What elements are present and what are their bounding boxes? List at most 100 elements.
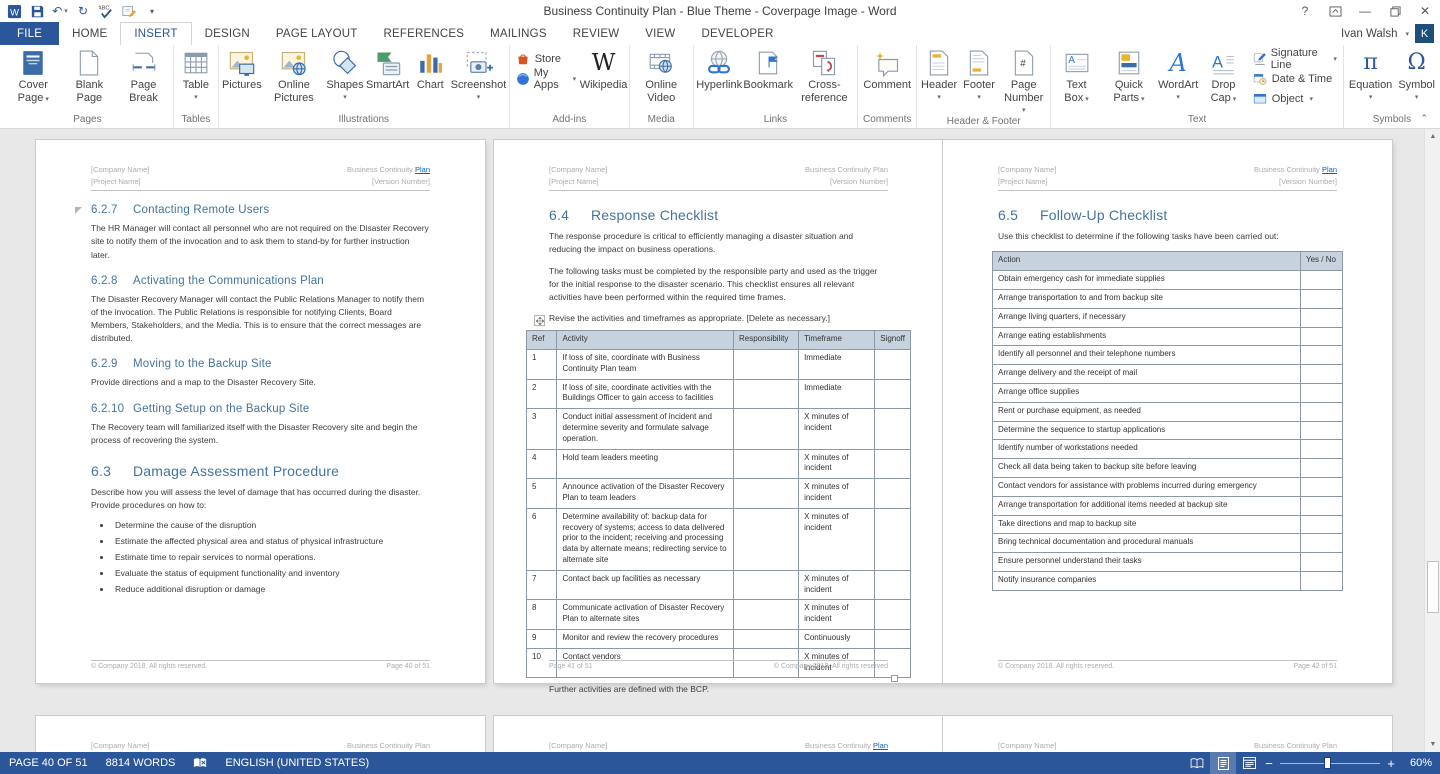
word-count[interactable]: 8814 WORDS: [97, 752, 185, 774]
language-status[interactable]: ENGLISH (UNITED STATES): [216, 752, 378, 774]
tab-page-layout[interactable]: PAGE LAYOUT: [263, 22, 371, 45]
tab-home[interactable]: HOME: [59, 22, 120, 45]
svg-text:#: #: [1020, 58, 1026, 69]
table-move-handle-icon[interactable]: [534, 315, 545, 326]
symbol-button[interactable]: Ω Symbol ▾: [1395, 48, 1438, 112]
tab-references[interactable]: REFERENCES: [371, 22, 478, 45]
online-pictures-button[interactable]: Online Pictures: [263, 48, 325, 112]
restore-icon[interactable]: [1380, 0, 1410, 22]
web-layout-button[interactable]: [1236, 752, 1262, 774]
blank-page-button[interactable]: Blank Page: [63, 48, 117, 112]
help-icon[interactable]: ?: [1290, 0, 1320, 22]
tab-developer[interactable]: DEVELOPER: [688, 22, 786, 45]
ribbon-tab-row: FILE HOME INSERT DESIGN PAGE LAYOUT REFE…: [0, 22, 1440, 45]
screenshot-button[interactable]: Screenshot ▾: [450, 48, 506, 112]
comment-button[interactable]: Comment: [860, 48, 914, 112]
tab-design[interactable]: DESIGN: [192, 22, 263, 45]
tab-view[interactable]: VIEW: [632, 22, 688, 45]
header-button[interactable]: Header ▾: [919, 48, 959, 114]
collapse-ribbon-icon[interactable]: ⌃: [1420, 113, 1428, 124]
table-resize-handle[interactable]: [891, 675, 898, 682]
follow-up-checklist-table: Action Yes / No Obtain emergency cash fo…: [992, 251, 1343, 590]
dropdown-arrow-icon: ▾: [573, 75, 577, 83]
close-icon[interactable]: ✕: [1410, 0, 1440, 22]
ribbon-display-options-icon[interactable]: [1320, 0, 1350, 22]
group-header-footer: Header ▾ Footer ▾ # Page Number ▾ Header…: [917, 45, 1051, 128]
page-footer: © Company 2018. All rights reserved.Page…: [91, 660, 430, 670]
quick-parts-button[interactable]: Quick Parts▾: [1100, 48, 1158, 112]
wikipedia-icon: W: [589, 49, 619, 77]
scroll-up-icon[interactable]: ▲: [1425, 129, 1440, 144]
table-row: 3Conduct initial assessment of incident …: [527, 409, 911, 449]
read-mode-button[interactable]: [1184, 752, 1210, 774]
group-illustrations: Pictures Online Pictures Shapes ▾: [219, 45, 510, 128]
footer-button[interactable]: Footer ▾: [959, 48, 999, 114]
wordart-button[interactable]: A WordArt ▾: [1158, 48, 1198, 112]
heading-6-5: 6.5Follow-Up Checklist: [998, 207, 1337, 223]
page-footer: © Company 2018. All rights reserved.Page…: [998, 660, 1337, 670]
table-button[interactable]: Table ▾: [176, 48, 216, 112]
date-time-button[interactable]: Date & Time: [1253, 70, 1337, 87]
cross-reference-icon: [809, 49, 839, 77]
page-number-button[interactable]: # Page Number ▾: [999, 48, 1048, 114]
scrollbar-thumb[interactable]: [1427, 561, 1439, 613]
group-label: Header & Footer: [919, 114, 1048, 129]
page-header: [Company Name] Business Continuity Plan …: [91, 164, 430, 191]
table-row: Identify all personnel and their telepho…: [993, 346, 1343, 365]
group-links: Hyperlink Bookmark Cross-reference Links: [694, 45, 859, 128]
drop-cap-button[interactable]: A Drop Cap▾: [1198, 48, 1249, 112]
pictures-button[interactable]: Pictures: [221, 48, 263, 112]
print-layout-button[interactable]: [1210, 752, 1236, 774]
document-page-partial[interactable]: [Company Name] Business Continuity Plan: [494, 716, 943, 752]
minimize-icon[interactable]: —: [1350, 0, 1380, 22]
quick-parts-icon: [1114, 49, 1144, 77]
paragraph: Describe how you will assess the level o…: [91, 486, 430, 512]
wordart-icon: A: [1163, 49, 1193, 77]
equation-button[interactable]: π Equation ▾: [1346, 48, 1395, 112]
tab-insert[interactable]: INSERT: [120, 22, 191, 45]
page-break-button[interactable]: Page Break: [116, 48, 171, 112]
group-label: Tables: [176, 112, 216, 127]
group-label: Media: [632, 112, 691, 127]
zoom-slider[interactable]: [1280, 752, 1380, 774]
document-page-41[interactable]: [Company Name] Business Continuity Plan …: [494, 140, 943, 683]
group-tables: Table ▾ Tables: [174, 45, 219, 128]
document-page-42[interactable]: [Company Name] Business Continuity Plan …: [943, 140, 1392, 683]
wikipedia-button[interactable]: W Wikipedia: [580, 48, 627, 112]
tab-file[interactable]: FILE: [0, 22, 59, 45]
bookmark-button[interactable]: Bookmark: [743, 48, 794, 112]
store-button[interactable]: Store: [516, 50, 576, 67]
page-info[interactable]: PAGE 40 OF 51: [0, 752, 97, 774]
object-button[interactable]: Object ▾: [1253, 90, 1337, 107]
signature-line-button[interactable]: Signature Line ▾: [1253, 50, 1337, 67]
tab-review[interactable]: REVIEW: [560, 22, 633, 45]
my-apps-button[interactable]: My Apps ▾: [516, 70, 576, 87]
tab-mailings[interactable]: MAILINGS: [477, 22, 560, 45]
text-box-icon: A: [1062, 49, 1092, 77]
smartart-button[interactable]: SmartArt: [365, 48, 410, 112]
document-page-partial[interactable]: [Company Name] Business Continuity Plan: [943, 716, 1392, 752]
cover-page-button[interactable]: Cover Page▾: [4, 48, 63, 112]
header-icon: [924, 49, 954, 77]
account-menu[interactable]: Ivan Walsh ▾ K: [1341, 22, 1440, 45]
text-box-button[interactable]: A Text Box▾: [1053, 48, 1099, 112]
online-video-button[interactable]: Online Video: [632, 48, 691, 112]
table-row: 9Monitor and review the recovery procedu…: [527, 630, 911, 649]
shapes-button[interactable]: Shapes ▾: [325, 48, 365, 112]
vertical-scrollbar[interactable]: ▲ ▼: [1424, 129, 1440, 752]
cross-reference-button[interactable]: Cross-reference: [794, 48, 856, 112]
table-row: Determine the sequence to startup applic…: [993, 421, 1343, 440]
bullet-list: Determine the cause of the disruption Es…: [112, 520, 430, 594]
zoom-in-icon[interactable]: +: [1384, 756, 1398, 771]
outline-collapse-icon[interactable]: [75, 207, 82, 214]
scroll-down-icon[interactable]: ▼: [1425, 737, 1440, 752]
hyperlink-button[interactable]: Hyperlink: [696, 48, 743, 112]
zoom-level[interactable]: 60%: [1398, 757, 1432, 769]
zoom-slider-thumb[interactable]: [1324, 757, 1331, 769]
document-page-40[interactable]: [Company Name] Business Continuity Plan …: [36, 140, 485, 683]
table-row: Check all data being taken to backup sit…: [993, 459, 1343, 478]
zoom-out-icon[interactable]: −: [1262, 756, 1276, 771]
chart-button[interactable]: Chart: [410, 48, 450, 112]
document-page-partial[interactable]: [Company Name] Business Continuity Plan: [36, 716, 485, 752]
proofing-status-icon[interactable]: [184, 752, 216, 774]
